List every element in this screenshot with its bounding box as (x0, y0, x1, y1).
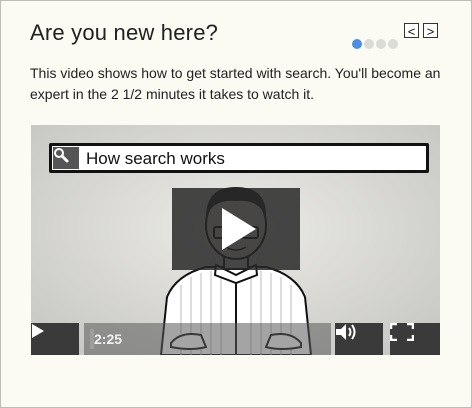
video-timeline[interactable]: 2:25 (84, 323, 331, 355)
intro-description: This video shows how to get started with… (30, 65, 441, 102)
search-query-text: How search works (86, 149, 225, 168)
next-button[interactable]: > (423, 23, 438, 39)
chevron-right-icon: > (426, 24, 435, 39)
chevron-left-icon: < (407, 24, 416, 39)
volume-button[interactable] (335, 323, 383, 355)
slide-dot-4[interactable] (388, 39, 398, 49)
prev-button[interactable]: < (404, 23, 419, 39)
play-icon (32, 324, 44, 338)
video-time: 2:25 (94, 331, 123, 347)
slide-dot-1[interactable] (352, 39, 362, 49)
fullscreen-button[interactable] (390, 323, 440, 355)
play-icon (222, 208, 256, 250)
volume-icon (336, 324, 356, 340)
play-button[interactable] (31, 323, 79, 355)
video-controls: 2:25 (31, 323, 440, 355)
slide-dot-3[interactable] (376, 39, 386, 49)
slide-dot-2[interactable] (364, 39, 374, 49)
video-player[interactable]: How search works 2:25 (31, 125, 440, 355)
fullscreen-icon (390, 323, 414, 341)
search-icon (53, 147, 79, 169)
big-play-button[interactable] (172, 188, 300, 270)
illustration-search-bar: How search works (49, 143, 429, 173)
onboarding-card: Are you new here? < > This video shows h… (0, 0, 472, 408)
card-title: Are you new here? (30, 20, 219, 45)
